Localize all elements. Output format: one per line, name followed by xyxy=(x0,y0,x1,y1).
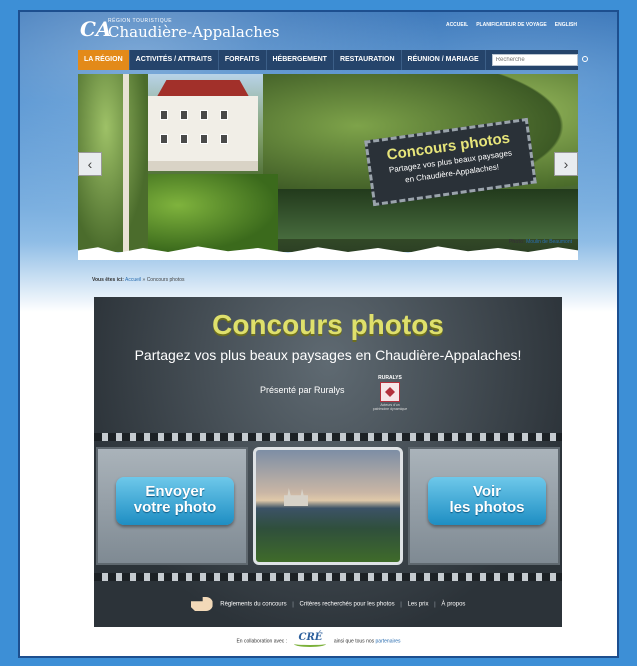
banner-window xyxy=(200,110,208,120)
nav-item-hebergement[interactable]: HÉBERGEMENT xyxy=(267,50,334,70)
logo-big-text: Chaudière-Appalaches xyxy=(108,23,280,41)
chevron-right-icon: › xyxy=(563,156,569,172)
top-link-accueil[interactable]: ACCUEIL xyxy=(446,22,468,28)
banner-window xyxy=(220,110,228,120)
nav-item-forfaits[interactable]: FORFAITS xyxy=(219,50,267,70)
send-button-line2: votre photo xyxy=(133,499,217,516)
footer-separator: | xyxy=(434,601,436,608)
credit-link[interactable]: Moulin de Beaumont xyxy=(526,239,572,245)
banner-window xyxy=(200,134,208,144)
contest-subtitle: Partagez vos plus beaux paysages en Chau… xyxy=(134,347,522,363)
collab-suffix: ainsi que tous nos xyxy=(333,638,375,645)
credit-label: Photo: xyxy=(508,239,525,245)
sponsor-tagline: Acteurs d'un patrimoine dynamique xyxy=(372,403,408,411)
contest-footer-links: Règlements du concours | Critères recher… xyxy=(94,597,562,611)
view-button-line2: les photos xyxy=(449,499,525,516)
banner-window xyxy=(180,134,188,144)
sponsor-mark-icon xyxy=(380,382,400,402)
featured-photo xyxy=(253,447,403,565)
footer-link-reglements[interactable]: Règlements du concours xyxy=(220,602,286,608)
footer-link-criteres[interactable]: Critères recherchés pour les photos xyxy=(300,602,395,608)
footer-link-prix[interactable]: Les prix xyxy=(407,602,428,608)
film-strip-top xyxy=(94,433,562,441)
banner-window xyxy=(160,110,168,120)
footer-separator: | xyxy=(292,601,294,608)
footer-link-apropos[interactable]: À propos xyxy=(441,602,465,608)
contest-title: Concours photos xyxy=(212,309,444,340)
view-photos-button[interactable]: Voir les photos xyxy=(428,477,546,525)
logo-text: RÉGION TOURISTIQUE Chaudière-Appalaches xyxy=(108,18,280,40)
top-link-planificateur[interactable]: PLANIFICATEUR DE VOYAGE xyxy=(476,22,547,28)
photo-credit: Photo: Moulin de Beaumont xyxy=(509,239,572,245)
collab-prefix: En collaboration avec : xyxy=(236,638,288,645)
banner-window xyxy=(160,134,168,144)
breadcrumb-separator: » xyxy=(142,277,146,283)
nav-item-restauration[interactable]: RESTAURATION xyxy=(334,50,402,70)
partners-link[interactable]: partenaires xyxy=(376,638,401,644)
contest-panel: Concours photos Partagez vos plus beaux … xyxy=(94,297,562,627)
cre-swoosh-icon xyxy=(294,641,327,647)
breadcrumb-home-link[interactable]: Accueil xyxy=(125,277,141,283)
banner-mill-house xyxy=(148,96,258,171)
top-links: ACCUEIL PLANIFICATEUR DE VOYAGE ENGLISH xyxy=(446,22,577,28)
logo-mark-icon: CA xyxy=(80,17,112,41)
contest-presented: Présenté par Ruralys xyxy=(260,385,345,395)
banner-next-button[interactable]: › xyxy=(554,152,578,176)
view-panel: Voir les photos xyxy=(408,447,560,565)
chevron-left-icon: ‹ xyxy=(87,156,93,172)
send-photo-button[interactable]: Envoyer votre photo xyxy=(116,477,234,525)
sponsor-logo[interactable]: RURALYS Acteurs d'un patrimoine dynamiqu… xyxy=(372,375,408,421)
hero-banner: Concours photos Partagez vos plus beaux … xyxy=(78,74,578,252)
main-nav: LA RÉGION ACTIVITÉS / ATTRAITS FORFAITS … xyxy=(78,50,588,70)
footer-separator: | xyxy=(400,601,402,608)
view-button-line1: Voir xyxy=(472,483,502,500)
send-button-line1: Envoyer xyxy=(145,483,205,500)
breadcrumb: Vous êtes ici: Accueil » Concours photos xyxy=(92,277,185,283)
site-logo[interactable]: CA RÉGION TOURISTIQUE Chaudière-Appalach… xyxy=(80,18,280,40)
banner-prev-button[interactable]: ‹ xyxy=(78,152,102,176)
page-frame: CA RÉGION TOURISTIQUE Chaudière-Appalach… xyxy=(18,10,619,658)
banner-birch-trunk xyxy=(123,74,129,252)
nav-item-reunion[interactable]: RÉUNION / MARIAGE xyxy=(402,50,486,70)
collaboration-bar: En collaboration avec : CRÉ ainsi que to… xyxy=(20,632,617,650)
nav-item-activites[interactable]: ACTIVITÉS / ATTRAITS xyxy=(130,50,219,70)
banner-window xyxy=(220,134,228,144)
breadcrumb-label: Vous êtes ici: xyxy=(92,277,124,283)
pointing-hand-icon xyxy=(190,597,213,611)
nav-item-region[interactable]: LA RÉGION xyxy=(78,50,130,70)
film-strip-bottom xyxy=(94,573,562,581)
send-panel: Envoyer votre photo xyxy=(96,447,248,565)
photo-church-silhouette xyxy=(284,488,308,506)
cre-logo[interactable]: CRÉ xyxy=(292,632,328,650)
top-link-english[interactable]: ENGLISH xyxy=(555,22,577,28)
breadcrumb-current: Concours photos xyxy=(146,277,185,283)
banner-window xyxy=(180,110,188,120)
search-input[interactable] xyxy=(491,54,578,66)
sponsor-name: RURALYS xyxy=(378,375,402,381)
